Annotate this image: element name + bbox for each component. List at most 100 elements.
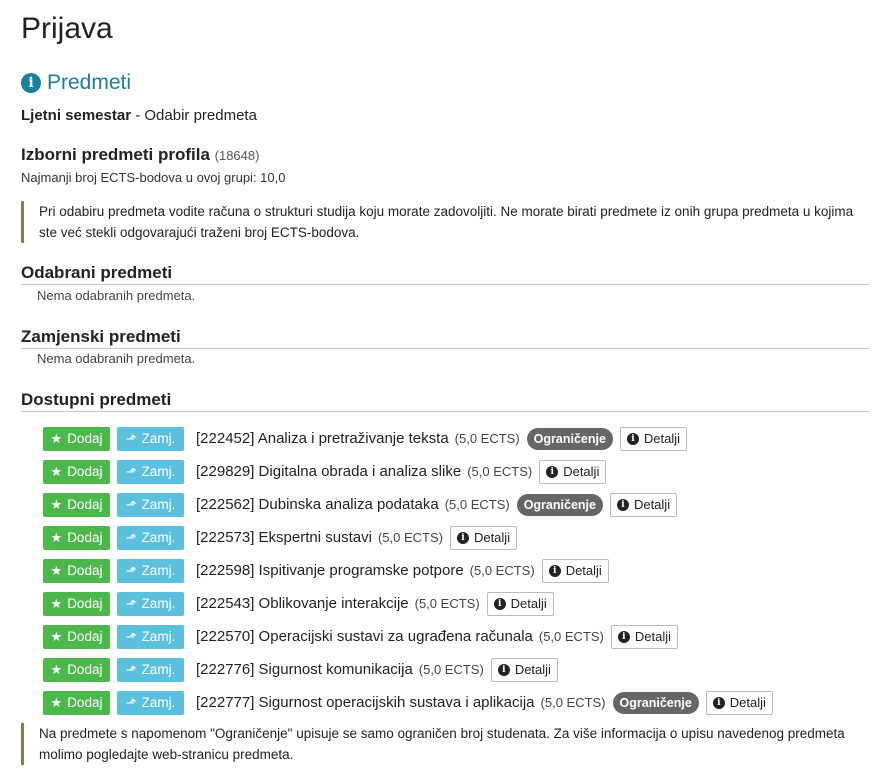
course-name: [222543] Oblikovanje interakcije <box>196 595 409 612</box>
add-button-label: Dodaj <box>67 464 103 479</box>
replacement-courses-heading: Zamjenski predmeti <box>21 327 869 349</box>
info-icon: i <box>616 498 629 511</box>
add-course-button[interactable]: ★ Dodaj <box>43 591 110 616</box>
add-course-button[interactable]: ★ Dodaj <box>43 426 110 451</box>
info-icon: i <box>456 531 469 544</box>
replace-icon: ⬏ <box>125 694 137 710</box>
add-course-button[interactable]: ★ Dodaj <box>43 525 110 550</box>
replacement-courses-empty: Nema odabranih predmeta. <box>37 351 196 366</box>
course-ects: (5,0 ECTS) <box>454 431 520 446</box>
replace-icon: ⬏ <box>125 430 137 446</box>
details-button-label: Detalji <box>633 497 671 512</box>
details-button-label: Detalji <box>643 431 681 446</box>
course-name: [222598] Ispitivanje programske potpore <box>196 562 464 579</box>
section-title: i Predmeti <box>21 70 131 96</box>
star-icon: ★ <box>50 529 63 545</box>
replace-icon: ⬏ <box>125 562 137 578</box>
details-button[interactable]: i Detalji <box>539 459 607 484</box>
section-title-text: Predmeti <box>47 71 132 94</box>
course-ects: (5,0 ECTS) <box>540 695 606 710</box>
details-button[interactable]: i Detalji <box>610 624 679 649</box>
add-course-button[interactable]: ★ Dodaj <box>43 558 110 583</box>
star-icon: ★ <box>50 463 63 479</box>
details-button[interactable]: i Detalji <box>449 525 518 550</box>
course-name: [222573] Ekspertni sustavi <box>196 529 372 546</box>
replace-course-button[interactable]: ⬏ Zamj. <box>117 492 184 517</box>
available-courses-list: ★ Dodaj ⬏ Zamj. [222452] Analiza i pretr… <box>43 422 773 719</box>
replace-button-label: Zamj. <box>141 596 176 611</box>
course-ects: (5,0 ECTS) <box>377 530 443 545</box>
course-row: ★ Dodaj ⬏ Zamj. [222598] Ispitivanje pro… <box>43 554 773 587</box>
replace-course-button[interactable]: ⬏ Zamj. <box>117 690 184 715</box>
replace-button-label: Zamj. <box>141 431 176 446</box>
add-course-button[interactable]: ★ Dodaj <box>43 459 110 484</box>
semester-name: Ljetni semestar <box>21 107 132 124</box>
restriction-badge: Ograničenje <box>526 427 613 450</box>
course-name: [222562] Dubinska analiza podataka <box>196 496 439 513</box>
info-icon: i <box>493 597 506 610</box>
replace-course-button[interactable]: ⬏ Zamj. <box>117 657 184 682</box>
semester-desc: - Odabir predmeta <box>131 107 257 124</box>
details-button[interactable]: i Detalji <box>490 657 558 682</box>
add-button-label: Dodaj <box>67 662 103 677</box>
selected-courses-heading: Odabrani predmeti <box>21 263 869 285</box>
min-ects-text: Najmanji broj ECTS-bodova u ovoj grupi: … <box>21 170 286 185</box>
page-title: Prijava <box>21 12 113 45</box>
details-button[interactable]: i Detalji <box>705 690 773 715</box>
restriction-badge: Ograničenje <box>612 691 699 714</box>
replace-course-button[interactable]: ⬏ Zamj. <box>117 591 184 616</box>
info-icon: i <box>497 663 510 676</box>
add-button-label: Dodaj <box>67 497 103 512</box>
replace-icon: ⬏ <box>125 595 137 611</box>
replace-button-label: Zamj. <box>141 662 176 677</box>
add-button-label: Dodaj <box>67 629 103 644</box>
course-row: ★ Dodaj ⬏ Zamj. [222777] Sigurnost opera… <box>43 686 773 719</box>
info-icon: i <box>626 432 639 445</box>
details-button[interactable]: i Detalji <box>486 591 554 616</box>
add-course-button[interactable]: ★ Dodaj <box>43 690 110 715</box>
replace-icon: ⬏ <box>125 463 137 479</box>
details-button[interactable]: i Detalji <box>609 492 678 517</box>
course-ects: (5,0 ECTS) <box>467 464 533 479</box>
star-icon: ★ <box>50 496 63 512</box>
replace-course-button[interactable]: ⬏ Zamj. <box>117 459 184 484</box>
add-button-label: Dodaj <box>67 563 103 578</box>
add-button-label: Dodaj <box>67 431 103 446</box>
course-row: ★ Dodaj ⬏ Zamj. [222570] Operacijski sus… <box>43 620 773 653</box>
details-button-label: Detalji <box>563 464 600 479</box>
star-icon: ★ <box>50 562 63 578</box>
course-row: ★ Dodaj ⬏ Zamj. [222452] Analiza i pretr… <box>43 422 773 455</box>
details-button-label: Detalji <box>510 596 547 611</box>
replace-icon: ⬏ <box>125 628 137 644</box>
course-row: ★ Dodaj ⬏ Zamj. [229829] Digitalna obrad… <box>43 455 773 488</box>
replace-course-button[interactable]: ⬏ Zamj. <box>117 525 184 550</box>
restriction-badge: Ograničenje <box>516 493 603 516</box>
replace-course-button[interactable]: ⬏ Zamj. <box>117 558 184 583</box>
details-button-label: Detalji <box>514 662 551 677</box>
replace-button-label: Zamj. <box>141 629 176 644</box>
replace-icon: ⬏ <box>125 661 137 677</box>
add-button-label: Dodaj <box>67 596 103 611</box>
details-button[interactable]: i Detalji <box>541 558 609 583</box>
star-icon: ★ <box>50 694 63 710</box>
add-course-button[interactable]: ★ Dodaj <box>43 624 110 649</box>
details-button-label: Detalji <box>634 629 672 644</box>
add-course-button[interactable]: ★ Dodaj <box>43 492 110 517</box>
info-icon: i <box>546 465 559 478</box>
add-course-button[interactable]: ★ Dodaj <box>43 657 110 682</box>
course-ects: (5,0 ECTS) <box>444 497 510 512</box>
replace-course-button[interactable]: ⬏ Zamj. <box>117 426 184 451</box>
course-row: ★ Dodaj ⬏ Zamj. [222562] Dubinska analiz… <box>43 488 773 521</box>
course-name: [222777] Sigurnost operacijskih sustava … <box>196 694 535 711</box>
course-name: [222570] Operacijski sustavi za ugrađena… <box>196 628 533 645</box>
details-button[interactable]: i Detalji <box>619 426 688 451</box>
course-ects: (5,0 ECTS) <box>538 629 604 644</box>
note-structure: Pri odabiru predmeta vodite računa o str… <box>21 201 865 243</box>
star-icon: ★ <box>50 430 63 446</box>
details-button-label: Detalji <box>729 695 766 710</box>
replace-course-button[interactable]: ⬏ Zamj. <box>117 624 184 649</box>
replace-button-label: Zamj. <box>141 695 176 710</box>
course-row: ★ Dodaj ⬏ Zamj. [222776] Sigurnost komun… <box>43 653 773 686</box>
replace-icon: ⬏ <box>125 529 137 545</box>
course-ects: (5,0 ECTS) <box>418 662 484 677</box>
